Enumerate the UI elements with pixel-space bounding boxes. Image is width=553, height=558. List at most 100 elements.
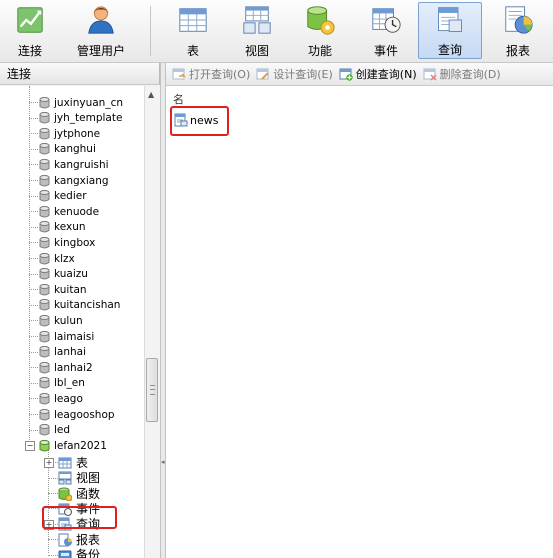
expand-toggle-icon[interactable]: + [44,519,54,530]
tree-database-10[interactable]: klzx [39,251,75,266]
delete-query-button[interactable]: 删除查询(D) [423,66,501,82]
tree-database-6[interactable]: kedier [39,189,87,204]
open-query-icon [172,68,186,80]
database-icon [39,236,50,249]
function-icon [58,487,72,501]
tree-node-5[interactable]: 报表 [58,532,100,547]
database-name: kuaizu [54,268,88,281]
open-query-button[interactable]: 打开查询(O) [172,66,250,82]
tree-database-1[interactable]: jyh_template [39,111,122,126]
database-icon [39,330,50,342]
tree-node-1[interactable]: 视图 [58,471,100,486]
open-database-icon [39,439,50,452]
tree-database-3[interactable]: kanghui [39,142,96,157]
database-icon [39,96,50,108]
database-icon [39,268,50,280]
tree-database-17[interactable]: lanhai2 [39,360,93,375]
tree-node-label: 查询 [76,517,101,532]
database-name: kenuode [54,205,100,218]
query-label: 查询 [437,43,462,57]
connection-panel-header: 连接 [0,63,160,85]
tree-database-9[interactable]: kingbox [39,235,95,250]
collapse-toggle-icon[interactable]: − [25,441,35,452]
tree-database-18[interactable]: lbl_en [39,376,85,391]
tree-database-20[interactable]: leagooshop [39,407,115,422]
tree-node-2[interactable]: 函数 [58,486,100,501]
database-icon [39,408,50,420]
tree-database-15[interactable]: laimaisi [39,329,94,344]
view-icon [243,6,271,34]
tree-database-16[interactable]: lanhai [39,345,86,360]
tree-node-label: 备份 [76,548,101,558]
tree-database-0[interactable]: juxinyuan_cn [39,95,123,110]
tree-node-4[interactable]: 查询 [58,517,100,532]
name-column-header[interactable]: 名 [173,91,184,107]
query-button[interactable]: 查询 [418,2,482,59]
database-name: lanhai2 [54,361,93,374]
database-name: kangruishi [54,158,109,171]
database-icon [39,377,50,389]
scrollbar-thumb[interactable] [146,358,158,422]
function-label: 功能 [307,44,332,58]
tree-database-12[interactable]: kuitan [39,282,87,297]
database-icon [39,190,50,202]
tree-node-label: 表 [76,455,89,470]
manage-users-button[interactable]: 管理用户 [70,2,132,59]
tree-guide-line [48,493,58,494]
table-icon [58,457,72,469]
database-name: kuitan [54,283,87,296]
view-button[interactable]: 视图 [232,2,282,59]
tree-database-11[interactable]: kuaizu [39,267,88,282]
database-icon [39,314,50,327]
tree-database-13[interactable]: kuitancishan [39,298,120,313]
function-button[interactable]: 功能 [295,2,345,59]
database-icon [39,361,50,374]
query-item-news[interactable]: news [174,113,218,127]
collapse-arrow-icon[interactable]: ◂ [161,458,165,466]
user-icon [88,6,114,34]
design-query-button[interactable]: 设计查询(E) [256,66,333,82]
tree-guide-line [29,102,38,103]
tree-guide-line [29,226,38,228]
database-name: jytphone [54,127,101,140]
database-name: leago [54,392,83,405]
connection-tree[interactable]: juxinyuan_cn jyh_template jytphone kanghui k… [0,86,145,558]
database-icon [39,112,50,124]
tree-database-4[interactable]: kangruishi [39,157,109,172]
event-button[interactable]: 事件 [360,2,412,59]
database-name: jyh_template [54,112,123,125]
tree-database-2[interactable]: jytphone [39,126,100,141]
database-icon [39,283,50,296]
tree-scrollbar[interactable]: ▲ [144,86,160,558]
query-list-area[interactable]: 名 news [166,86,553,558]
tree-database-21[interactable]: led [39,423,70,438]
tree-node-3[interactable]: 事件 [58,501,100,516]
tree-database-5[interactable]: kangxiang [39,173,109,188]
event-icon [58,503,72,516]
tree-node-6[interactable]: 备份 [58,548,100,558]
database-icon [39,158,50,171]
create-query-button[interactable]: 创建查询(N) [339,66,417,82]
database-icon [39,174,50,186]
table-button[interactable]: 表 [168,2,218,59]
tree-database-14[interactable]: kulun [39,313,83,328]
tree-database-open[interactable]: lefan2021 [39,438,107,453]
query-item-name: news [190,113,219,127]
tree-database-7[interactable]: kenuode [39,204,99,219]
report-button[interactable]: 报表 [492,2,544,59]
tree-node-0[interactable]: 表 [58,455,88,470]
tree-guide-line [29,351,38,353]
event-icon [372,8,401,33]
expand-toggle-icon[interactable]: + [44,458,54,469]
tree-guide-line [29,336,38,337]
tree-guide-line [29,195,38,197]
database-icon [39,424,50,436]
database-icon [39,392,50,405]
tree-guide-line [29,86,30,440]
tree-database-8[interactable]: kexun [39,220,86,235]
tree-database-19[interactable]: leago [39,391,83,406]
delete-query-icon [423,68,437,81]
scroll-up-arrow-icon[interactable]: ▲ [148,90,154,99]
connection-button[interactable]: 连接 [6,2,54,59]
database-name: laimaisi [54,330,95,343]
